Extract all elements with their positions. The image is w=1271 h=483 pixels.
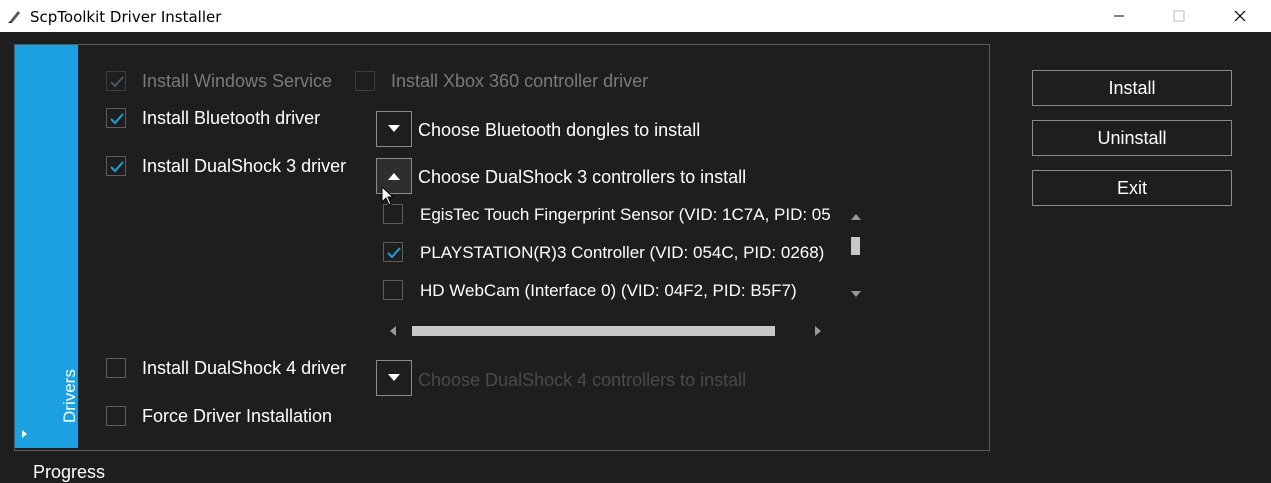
scroll-right-arrow-icon[interactable] [815, 326, 821, 336]
bluetooth-dongles-label: Choose Bluetooth dongles to install [418, 120, 701, 140]
ds3-controllers-label: Choose DualShock 3 controllers to instal… [418, 167, 747, 187]
device-label-webcam: HD WebCam (Interface 0) (VID: 04F2, PID:… [420, 281, 797, 300]
bluetooth-driver-checkbox[interactable] [106, 108, 126, 128]
device-checkbox-ps3-controller[interactable] [383, 242, 403, 262]
device-label-ps3-controller: PLAYSTATION(R)3 Controller (VID: 054C, P… [420, 243, 825, 262]
progress-label: Progress [33, 462, 106, 482]
uninstall-button[interactable]: Uninstall [1032, 120, 1232, 156]
ds4-driver-label: Install DualShock 4 driver [142, 358, 347, 378]
mouse-cursor-icon [381, 186, 395, 206]
checkmark-icon [387, 247, 401, 259]
bluetooth-driver-label: Install Bluetooth driver [142, 108, 321, 128]
vertical-scrollbar-thumb[interactable] [851, 237, 860, 255]
ds4-controllers-label: Choose DualShock 4 controllers to instal… [418, 370, 747, 390]
install-button[interactable]: Install [1032, 70, 1232, 106]
ds4-controllers-expander[interactable] [376, 360, 412, 396]
bluetooth-dongles-expander[interactable] [376, 111, 412, 147]
force-install-label: Force Driver Installation [142, 406, 333, 426]
checkmark-icon [110, 113, 124, 125]
expand-arrow-icon[interactable] [22, 430, 27, 438]
chevron-down-icon [388, 374, 400, 381]
xbox-driver-checkbox[interactable] [355, 71, 375, 91]
scroll-down-arrow-icon[interactable] [851, 291, 861, 297]
maximize-icon [1173, 10, 1185, 22]
scroll-up-arrow-icon[interactable] [851, 214, 861, 220]
xbox-driver-label: Install Xbox 360 controller driver [391, 71, 649, 91]
horizontal-scrollbar-thumb[interactable] [412, 326, 775, 336]
force-install-checkbox[interactable] [106, 406, 126, 426]
close-button[interactable] [1217, 0, 1263, 32]
windows-service-checkbox[interactable] [106, 71, 126, 91]
checkmark-icon [110, 161, 124, 173]
ds4-driver-checkbox[interactable] [106, 358, 126, 378]
device-checkbox-webcam[interactable] [383, 280, 403, 300]
chevron-down-icon [388, 125, 400, 132]
device-checkbox-fingerprint[interactable] [383, 204, 403, 224]
windows-service-label: Install Windows Service [142, 71, 333, 91]
title-bar: ScpToolkit Driver Installer [0, 0, 1271, 32]
minimize-button[interactable] [1096, 0, 1142, 32]
window-title: ScpToolkit Driver Installer [30, 8, 222, 26]
ds3-driver-checkbox[interactable] [106, 156, 126, 176]
drivers-tab-label: Drivers [60, 369, 79, 423]
maximize-button[interactable] [1156, 0, 1202, 32]
minimize-icon [1114, 15, 1124, 17]
close-icon [1234, 10, 1246, 22]
pen-icon [8, 11, 20, 23]
checkmark-icon [110, 76, 124, 88]
device-label-fingerprint: EgisTec Touch Fingerprint Sensor (VID: 1… [420, 205, 831, 224]
chevron-up-icon [388, 173, 400, 180]
exit-button[interactable]: Exit [1032, 170, 1232, 206]
ds3-driver-label: Install DualShock 3 driver [142, 156, 347, 176]
scroll-left-arrow-icon[interactable] [390, 326, 396, 336]
